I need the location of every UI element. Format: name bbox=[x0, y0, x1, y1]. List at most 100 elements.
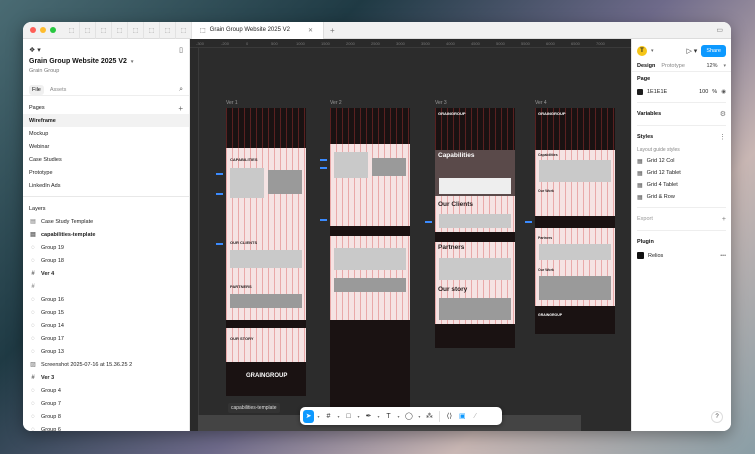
help-button[interactable]: ? bbox=[711, 411, 723, 423]
chevron-down-icon[interactable]: ▾ bbox=[651, 48, 654, 54]
chevron-down-icon[interactable]: ▾ bbox=[336, 410, 341, 423]
design-canvas[interactable]: -300 -200 0 500 1000 1500 2000 2500 3000 3500 4000… bbox=[190, 39, 631, 431]
annotation-marker[interactable] bbox=[216, 243, 223, 245]
search-icon[interactable]: ⌕ bbox=[179, 86, 183, 94]
add-export-icon[interactable]: + bbox=[722, 216, 726, 223]
layer-item[interactable]: ▤ Case Study Template bbox=[23, 215, 189, 228]
annotation-marker[interactable] bbox=[525, 221, 532, 223]
grid-style-item[interactable]: ▦ Grid 4 Tablet bbox=[637, 179, 726, 191]
grid-style-item[interactable]: ▦ Grid & Row bbox=[637, 191, 726, 203]
more-options-icon[interactable]: ••• bbox=[720, 253, 726, 259]
frame-label-ver3[interactable]: Ver 3 bbox=[435, 100, 447, 106]
page-opacity[interactable]: 100 bbox=[699, 89, 708, 95]
annotation-marker[interactable] bbox=[425, 221, 432, 223]
pen-tool-icon[interactable]: ✒ bbox=[363, 410, 374, 423]
avatar[interactable]: T bbox=[637, 46, 647, 56]
annotation-marker[interactable] bbox=[320, 167, 327, 169]
page-item[interactable]: Wireframe bbox=[23, 114, 189, 127]
slash-icon[interactable]: ⁄ bbox=[470, 410, 481, 423]
layer-item[interactable]: # Ver 3 bbox=[23, 371, 189, 384]
annotation-marker[interactable] bbox=[216, 173, 223, 175]
move-tool-icon[interactable]: ➤ bbox=[303, 409, 314, 423]
frame-label-ver2[interactable]: Ver 2 bbox=[330, 100, 342, 106]
zoom-level[interactable]: 12% bbox=[706, 63, 717, 69]
export-header[interactable]: Export + bbox=[637, 212, 726, 226]
close-window-button[interactable] bbox=[30, 27, 36, 33]
page-item[interactable]: Mockup bbox=[23, 127, 189, 140]
style-options-icon[interactable]: ⋮ bbox=[719, 133, 726, 141]
layer-item[interactable]: ◌ Group 19 bbox=[23, 241, 189, 254]
layer-item[interactable]: ◌ Group 17 bbox=[23, 332, 189, 345]
layer-item[interactable]: ◌ Group 4 bbox=[23, 384, 189, 397]
file-tab-icon[interactable]: ⬚ bbox=[112, 22, 128, 39]
annotation-marker[interactable] bbox=[216, 193, 223, 195]
layer-item[interactable]: ◌ Group 18 bbox=[23, 254, 189, 267]
folder-icon[interactable]: ▭ bbox=[716, 26, 723, 34]
variables-settings-icon[interactable]: ⚙ bbox=[720, 110, 726, 118]
tab-prototype[interactable]: Prototype bbox=[661, 63, 685, 69]
chevron-down-icon[interactable]: ▾ bbox=[316, 410, 321, 423]
chevron-down-icon[interactable]: ▾ bbox=[131, 59, 134, 65]
frame-ver4[interactable]: GRAINGROUP Capabilities Our Work Partner… bbox=[535, 108, 615, 334]
tab-design[interactable]: Design bbox=[637, 63, 655, 69]
page-item[interactable]: LinkedIn Ads bbox=[23, 179, 189, 192]
figma-menu-icon[interactable]: ❖ ▾ bbox=[29, 46, 41, 54]
code-icon[interactable]: ▣ bbox=[457, 410, 468, 423]
plugin-item[interactable]: Relios ••• bbox=[637, 249, 726, 262]
annotation-marker[interactable] bbox=[320, 159, 327, 161]
grid-style-item[interactable]: ▦ Grid 12 Tablet bbox=[637, 167, 726, 179]
file-tab-icon[interactable]: ⬚ bbox=[176, 22, 192, 39]
variables-header[interactable]: Variables ⚙ bbox=[637, 107, 726, 121]
maximize-window-button[interactable] bbox=[50, 27, 56, 33]
frame-ver1[interactable]: CAPABILITIES OUR CLIENTS PARTNERS OUR ST… bbox=[226, 108, 306, 396]
frame-ver3[interactable]: GRAINGROUP Capabilities Our Clients Part… bbox=[435, 108, 515, 348]
minimize-window-button[interactable] bbox=[40, 27, 46, 33]
file-tab-icon[interactable]: ⬚ bbox=[144, 22, 160, 39]
layer-item[interactable]: ▨ Screenshot 2025-07-16 at 15.36.25 2 bbox=[23, 358, 189, 371]
active-file-tab[interactable]: ⬚ Grain Group Website 2025 V2 ✕ bbox=[192, 22, 324, 39]
share-button[interactable]: Share bbox=[701, 45, 726, 57]
file-tab-icon[interactable]: ⬚ bbox=[64, 22, 80, 39]
dev-mode-toggle-icon[interactable]: ⟨⟩ bbox=[444, 410, 455, 423]
page-item[interactable]: Webinar bbox=[23, 140, 189, 153]
file-tab-icon[interactable]: ⬚ bbox=[128, 22, 144, 39]
add-page-icon[interactable]: + bbox=[178, 104, 183, 113]
tab-file[interactable]: File bbox=[29, 84, 44, 95]
layer-item[interactable]: ◌ Group 8 bbox=[23, 410, 189, 423]
layer-item[interactable]: # bbox=[23, 280, 189, 293]
comment-tool-icon[interactable]: ◯ bbox=[403, 410, 415, 423]
page-color-swatch[interactable] bbox=[637, 89, 643, 95]
layer-item[interactable]: ◌ Group 15 bbox=[23, 306, 189, 319]
tab-assets[interactable]: Assets bbox=[47, 85, 70, 95]
chevron-down-icon[interactable]: ▾ bbox=[356, 410, 361, 423]
chevron-down-icon[interactable]: ▾ bbox=[376, 410, 381, 423]
text-tool-icon[interactable]: T bbox=[383, 410, 394, 423]
layer-item[interactable]: ◌ Group 14 bbox=[23, 319, 189, 332]
file-tab-icon[interactable]: ⬚ bbox=[160, 22, 176, 39]
layer-item[interactable]: ◌ Group 6 bbox=[23, 423, 189, 432]
layer-item[interactable]: ▤ capabilities-template bbox=[23, 228, 189, 241]
layer-item[interactable]: ◌ Group 16 bbox=[23, 293, 189, 306]
selection-label[interactable]: capabilities-template bbox=[228, 403, 280, 413]
frame-label-ver4[interactable]: Ver 4 bbox=[535, 100, 547, 106]
layer-item[interactable]: ◌ Group 13 bbox=[23, 345, 189, 358]
shape-tool-icon[interactable]: □ bbox=[343, 410, 354, 423]
new-tab-icon[interactable]: + bbox=[330, 26, 335, 35]
page-item[interactable]: Case Studies bbox=[23, 153, 189, 166]
toggle-sidebar-icon[interactable]: ▯ bbox=[179, 46, 183, 54]
actions-icon[interactable]: ⁂ bbox=[424, 410, 435, 423]
layer-item[interactable]: # Ver 4 bbox=[23, 267, 189, 280]
project-title[interactable]: Grain Group Website 2025 V2 ▾ bbox=[23, 56, 189, 67]
chevron-down-icon[interactable]: ▾ bbox=[396, 410, 401, 423]
file-tab-icon[interactable]: ⬚ bbox=[80, 22, 96, 39]
page-color-hex[interactable]: 1E1E1E bbox=[647, 89, 667, 95]
layer-item[interactable]: ◌ Group 7 bbox=[23, 397, 189, 410]
present-play-icon[interactable]: ▷ ▾ bbox=[686, 47, 697, 55]
close-tab-icon[interactable]: ✕ bbox=[308, 27, 313, 34]
page-fill-row[interactable]: 1E1E1E 100 % ◉ bbox=[637, 86, 726, 98]
eye-icon[interactable]: ◉ bbox=[721, 89, 726, 95]
frame-ver2[interactable] bbox=[330, 108, 410, 414]
grid-style-item[interactable]: ▦ Grid 12 Col bbox=[637, 155, 726, 167]
file-tab-icon[interactable]: ⬚ bbox=[96, 22, 112, 39]
frame-label-ver1[interactable]: Ver 1 bbox=[226, 100, 238, 106]
